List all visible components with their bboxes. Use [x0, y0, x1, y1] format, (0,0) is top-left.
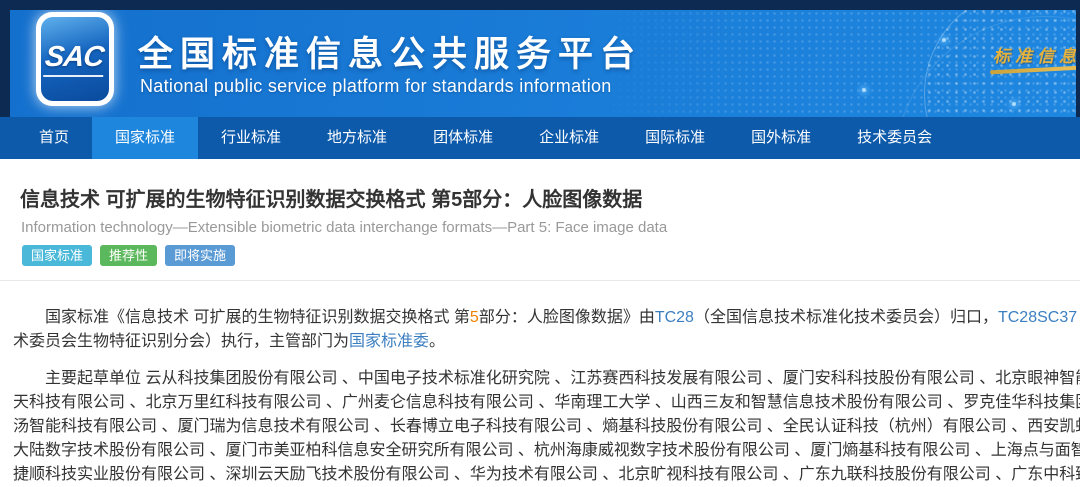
nav-item-technical-committees[interactable]: 技术委员会	[834, 117, 955, 159]
ownership-text: 国家标准《信息技术 可扩展的生物特征识别数据交换格式 第	[45, 309, 470, 326]
ownership-line-1: 国家标准《信息技术 可扩展的生物特征识别数据交换格式 第5部分：人脸图像数据》由…	[13, 306, 1080, 330]
site-subtitle: National public service platform for sta…	[140, 76, 612, 97]
standard-description: 国家标准《信息技术 可扩展的生物特征识别数据交换格式 第5部分：人脸图像数据》由…	[0, 306, 1080, 487]
standard-title: 信息技术 可扩展的生物特征识别数据交换格式 第5部分：人脸图像数据	[0, 186, 1080, 214]
paragraph-drafting-organizations: 主要起草单位 云从科技集团股份有限公司 、中国电子技术标准化研究院 、江苏赛西科…	[13, 367, 1080, 487]
ownership-line-2: 术委员会生物特征识别分会）执行，主管部门为国家标准委。	[13, 330, 1080, 354]
ownership-text: （全国信息技术标准化技术委员会）归口，	[694, 309, 998, 326]
sac-logo-badge: SAC	[41, 17, 109, 101]
window-frame-right	[1076, 0, 1080, 117]
drafters-line: 汤智能科技有限公司 、厦门瑞为信息技术有限公司 、长春博立电子科技有限公司 、熵…	[13, 415, 1080, 439]
header-slogan-calligraphy: 标准信息一	[993, 42, 1076, 67]
nav-item-enterprise-standards[interactable]: 企业标准	[516, 117, 622, 159]
drafters-line: 天科技有限公司 、北京万里红科技有限公司 、广州麦仑信息科技有限公司 、华南理工…	[13, 391, 1080, 415]
drafters-text: 汤智能科技有限公司 、厦门瑞为信息技术有限公司 、长春博立电子科技有限公司 、熵…	[13, 418, 1080, 435]
ownership-text: 部分：人脸图像数据》由	[479, 309, 655, 326]
ownership-text: 。	[429, 333, 445, 350]
drafters-text: 大陆数字技术股份有限公司 、厦门市美亚柏科信息安全研究所有限公司 、杭州海康威视…	[13, 442, 1080, 459]
link-tc28sc37[interactable]: TC28SC37	[998, 309, 1077, 326]
drafters-line: 捷顺科技实业股份有限公司 、深圳云天励飞技术股份有限公司 、华为技术有限公司 、…	[13, 463, 1080, 487]
drafters-line: 主要起草单位 云从科技集团股份有限公司 、中国电子技术标准化研究院 、江苏赛西科…	[13, 367, 1080, 391]
nav-list: 首页 国家标准 行业标准 地方标准 团体标准 企业标准 国际标准 国外标准 技术…	[0, 117, 1080, 159]
window-frame-top	[0, 0, 1080, 10]
nav-item-home[interactable]: 首页	[16, 117, 92, 159]
site-title: 全国标准信息公共服务平台	[138, 26, 642, 77]
drafters-text: 天科技有限公司 、北京万里红科技有限公司 、广州麦仑信息科技有限公司 、华南理工…	[13, 394, 1080, 411]
standard-title-english: Information technology—Extensible biomet…	[0, 218, 1080, 238]
nav-item-foreign-standards[interactable]: 国外标准	[728, 117, 834, 159]
sac-logo-text: SAC	[43, 41, 107, 77]
window-frame-left	[0, 0, 10, 117]
nav-item-national-standards[interactable]: 国家标准	[92, 117, 198, 159]
drafters-text: 捷顺科技实业股份有限公司 、深圳云天励飞技术股份有限公司 、华为技术有限公司 、…	[13, 466, 1080, 483]
sac-logo[interactable]: SAC	[36, 12, 114, 106]
sparkle-decoration	[942, 38, 946, 42]
section-divider	[0, 280, 1080, 281]
badge-recommended: 推荐性	[100, 245, 157, 266]
ownership-text: 术委员会生物特征识别分会）执行，主管部门为	[13, 333, 349, 350]
highlighted-digit: 5	[470, 309, 479, 326]
main-navigation: 首页 国家标准 行业标准 地方标准 团体标准 企业标准 国际标准 国外标准 技术…	[0, 117, 1080, 159]
sparkle-decoration	[1012, 102, 1016, 106]
drafters-line: 大陆数字技术股份有限公司 、厦门市美亚柏科信息安全研究所有限公司 、杭州海康威视…	[13, 439, 1080, 463]
badge-status-upcoming: 即将实施	[165, 245, 235, 266]
link-standards-committee[interactable]: 国家标准委	[349, 333, 429, 350]
sparkle-decoration	[862, 88, 866, 92]
paragraph-ownership: 国家标准《信息技术 可扩展的生物特征识别数据交换格式 第5部分：人脸图像数据》由…	[13, 306, 1080, 354]
nav-item-local-standards[interactable]: 地方标准	[304, 117, 410, 159]
nav-item-industry-standards[interactable]: 行业标准	[198, 117, 304, 159]
link-tc28[interactable]: TC28	[655, 309, 694, 326]
nav-item-group-standards[interactable]: 团体标准	[410, 117, 516, 159]
badge-standard-type: 国家标准	[22, 245, 92, 266]
drafters-text: 主要起草单位 云从科技集团股份有限公司 、中国电子技术标准化研究院 、江苏赛西科…	[45, 370, 1080, 387]
badge-row: 国家标准 推荐性 即将实施	[0, 245, 1080, 266]
site-header: SAC 全国标准信息公共服务平台 National public service…	[10, 10, 1076, 117]
content-area: 信息技术 可扩展的生物特征识别数据交换格式 第5部分：人脸图像数据 Inform…	[0, 159, 1080, 465]
nav-item-international-standards[interactable]: 国际标准	[622, 117, 728, 159]
